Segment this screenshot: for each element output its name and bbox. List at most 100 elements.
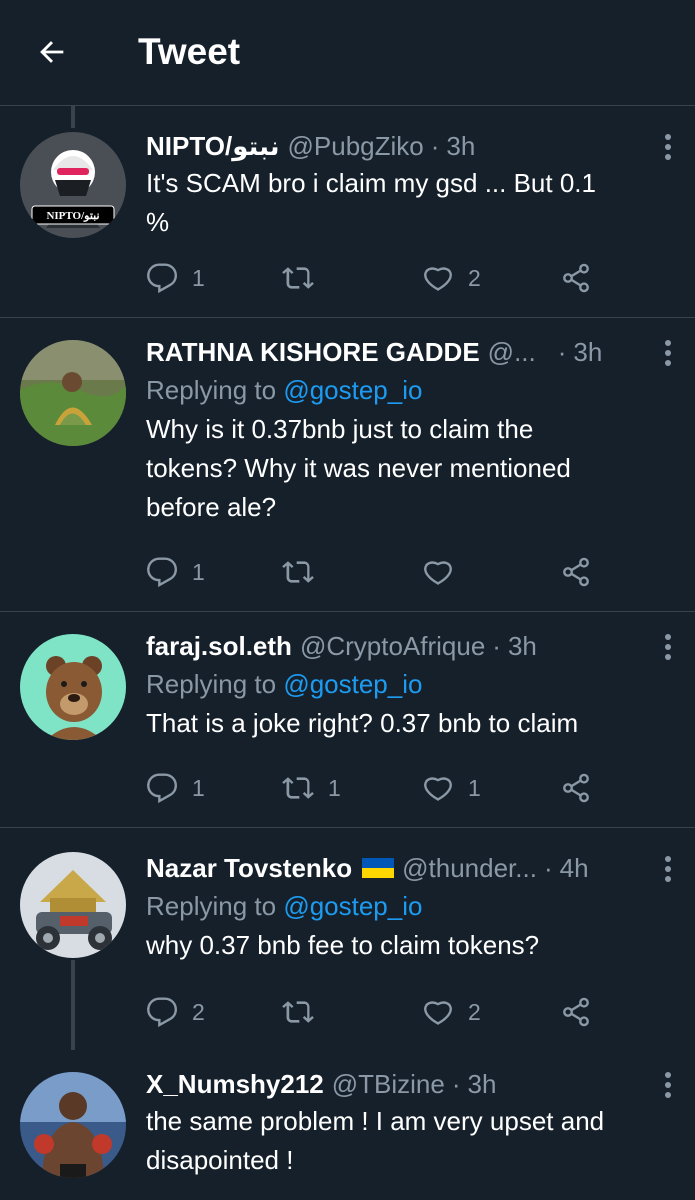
mention-link[interactable]: @gostep_io [283,669,422,699]
mention-link[interactable]: @gostep_io [283,891,422,921]
share-button[interactable] [560,552,592,592]
like-button[interactable]: 2 [422,992,481,1032]
more-options-button[interactable] [653,630,683,664]
avatar[interactable] [20,634,126,740]
retweet-button[interactable] [282,258,328,298]
retweet-button[interactable] [282,992,328,1032]
reply-button[interactable]: 1 [146,768,205,808]
tweet-header: X_Numshy212 @TBizine · 3h [146,1066,671,1102]
reply-icon [147,557,178,588]
tweet-item[interactable]: X_Numshy212 @TBizine · 3h the same probl… [0,1050,695,1200]
replying-to: Replying to @gostep_io [146,664,671,704]
display-name[interactable]: RATHNA KISHORE GADDE [146,337,480,368]
more-options-button[interactable] [653,336,683,370]
separator-dot: · [430,130,440,161]
more-options-button[interactable] [653,1068,683,1102]
tweet-actions: 1 2 [146,258,596,298]
tweet-item[interactable]: faraj.sol.eth @CryptoAfrique · 3h Replyi… [0,612,695,828]
like-count: 2 [468,998,481,1025]
more-vertical-icon [665,856,671,882]
like-icon [424,1001,452,1025]
tweet-item[interactable]: NIPTO/نبتو NIPTO/نبتو @PubgZiko · 3h It'… [0,106,695,318]
mention-link[interactable]: @gostep_io [283,375,422,405]
reply-count: 1 [192,558,205,585]
share-icon [563,997,589,1027]
more-vertical-icon [665,340,671,366]
tweet-item[interactable]: Nazar Tovstenko @thunder... · 4h Replyin… [0,828,695,1050]
reply-button[interactable]: 2 [146,992,205,1032]
reply-count: 1 [192,264,205,291]
tweet-text: why 0.37 bnb fee to claim tokens? [146,926,671,965]
more-options-button[interactable] [653,130,683,164]
display-name[interactable]: X_Numshy212 [146,1069,324,1100]
replying-to: Replying to @gostep_io [146,886,671,926]
display-name[interactable]: NIPTO/نبتو [146,131,280,162]
timestamp[interactable]: 4h [560,853,589,884]
reply-button[interactable]: 1 [146,258,205,298]
timestamp[interactable]: 3h [508,631,537,662]
username[interactable]: @thunder... [402,853,537,884]
reply-button[interactable]: 1 [146,552,205,592]
tweet-content: Nazar Tovstenko @thunder... · 4h Replyin… [146,850,671,965]
share-button[interactable] [560,992,592,1032]
username[interactable]: @PubgZiko [288,131,424,162]
display-name[interactable]: Nazar Tovstenko [146,853,352,884]
retweet-button[interactable] [282,552,328,592]
avatar[interactable] [20,340,126,446]
like-count: 2 [468,264,481,291]
like-icon [424,777,452,801]
share-icon [563,557,589,587]
tweet-item[interactable]: RATHNA KISHORE GADDE @... · 3h Replying … [0,318,695,612]
ukraine-flag-icon [362,858,395,878]
avatar-badge-text: NIPTO/نبتو [46,210,99,222]
share-button[interactable] [560,258,592,298]
tweet-text-line: tokens? Why it was never mentioned [146,453,571,483]
back-button[interactable] [30,30,74,74]
flag-stripe-yellow [362,868,395,878]
thread-line [71,960,75,1050]
timestamp[interactable]: 3h [573,337,602,368]
flag-stripe-blue [362,858,395,868]
tweet-header: Nazar Tovstenko @thunder... · 4h [146,850,671,886]
like-button[interactable]: 1 [422,768,481,808]
share-icon [563,263,589,293]
timestamp[interactable]: 3h [468,1069,497,1100]
timestamp[interactable]: 3h [446,131,475,162]
tweet-content: RATHNA KISHORE GADDE @... · 3h Replying … [146,334,671,527]
tweet-text-line: Why is it 0.37bnb just to claim the [146,414,534,444]
reply-icon [147,773,178,804]
tweet-text-line: disapointed ! [146,1145,294,1175]
avatar[interactable] [20,852,126,958]
retweet-icon [282,561,314,583]
more-options-button[interactable] [653,852,683,886]
username[interactable]: @TBizine [332,1069,445,1100]
reply-icon [147,997,178,1028]
like-button[interactable] [422,552,468,592]
separator-dot: · [557,336,567,367]
display-name[interactable]: faraj.sol.eth [146,631,292,662]
tweet-text-line: It's SCAM bro i claim my gsd ... But 0.1 [146,168,596,198]
share-button[interactable] [560,768,592,808]
tweet-text: That is a joke right? 0.37 bnb to claim [146,704,671,743]
like-button[interactable]: 2 [422,258,481,298]
replying-to: Replying to @gostep_io [146,370,671,410]
reply-icon [147,263,178,294]
top-bar: Tweet [0,0,695,106]
tweet-content: NIPTO/نبتو @PubgZiko · 3h It's SCAM bro … [146,128,671,242]
replying-to-label: Replying to [146,669,277,699]
retweet-button[interactable]: 1 [282,768,341,808]
tweet-header: NIPTO/نبتو @PubgZiko · 3h [146,128,671,164]
tweet-content: X_Numshy212 @TBizine · 3h the same probl… [146,1066,671,1180]
tweet-text-line: before ale? [146,492,277,522]
username[interactable]: @... [488,337,536,368]
reply-count: 1 [192,774,205,801]
tweet-text-line: % [146,207,170,237]
separator-dot: · [451,1068,461,1099]
avatar[interactable] [20,1072,126,1178]
tweet-actions: 1 1 1 [146,768,596,808]
tweet-actions: 1 [146,552,596,592]
username[interactable]: @CryptoAfrique [300,631,485,662]
more-vertical-icon [665,634,671,660]
tweet-text-line: That is a joke right? 0.37 bnb to claim [146,708,579,738]
avatar[interactable]: NIPTO/نبتو [20,132,126,238]
